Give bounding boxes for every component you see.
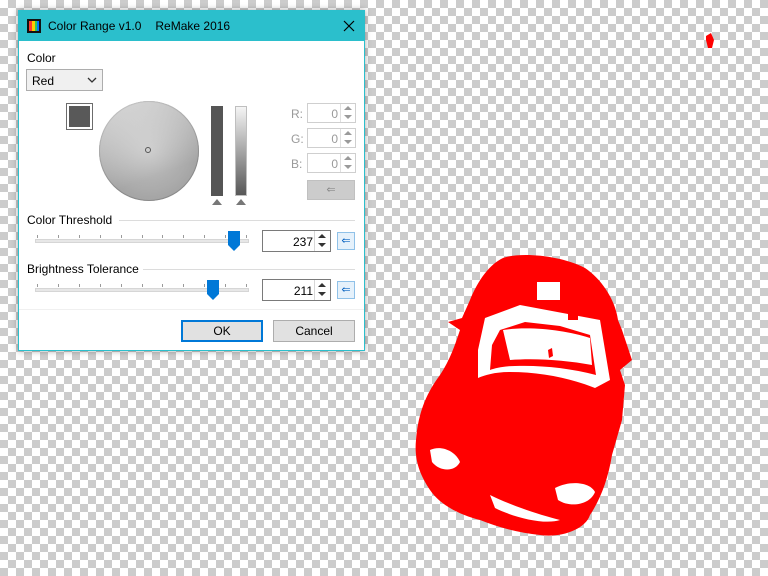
arrow-left-icon: ⇐ <box>341 284 351 296</box>
swatch-fill <box>69 106 90 127</box>
brightness-bar[interactable] <box>211 106 223 196</box>
threshold-separator <box>119 220 355 221</box>
color-wheel[interactable] <box>99 101 199 201</box>
threshold-slider-track[interactable] <box>35 239 249 243</box>
dialog-subtitle: ReMake 2016 <box>155 19 231 33</box>
color-palette-icon <box>27 19 41 33</box>
wheel-picker-marker[interactable] <box>145 147 151 153</box>
color-select[interactable]: Red <box>26 69 103 91</box>
r-value: 0 <box>331 107 338 121</box>
brightness-bar-marker[interactable] <box>212 199 222 205</box>
brightness-label: Brightness Tolerance <box>27 262 139 276</box>
red-car-shape <box>415 33 714 536</box>
b-label: B: <box>291 157 303 171</box>
arrow-left-icon: ⇐ <box>326 184 336 196</box>
threshold-label: Color Threshold <box>27 213 113 227</box>
g-spinner-buttons[interactable] <box>340 129 355 147</box>
threshold-apply-button[interactable]: ⇐ <box>337 232 355 250</box>
r-label: R: <box>291 107 303 121</box>
color-select-value: Red <box>32 74 55 88</box>
threshold-spinner-buttons[interactable] <box>314 231 330 251</box>
cancel-button[interactable]: Cancel <box>273 320 355 342</box>
g-spinner[interactable]: 0 <box>307 128 356 148</box>
b-spinner[interactable]: 0 <box>307 153 356 173</box>
threshold-input[interactable]: 237 <box>262 230 331 252</box>
brightness-spinner-buttons[interactable] <box>314 280 330 300</box>
apply-rgb-button[interactable]: ⇐ <box>307 180 355 200</box>
color-swatch[interactable] <box>66 103 93 130</box>
close-button[interactable] <box>334 11 364 41</box>
brightness-slider-thumb[interactable] <box>206 280 219 300</box>
g-value: 0 <box>331 132 338 146</box>
threshold-value: 237 <box>292 235 313 249</box>
arrow-left-icon: ⇐ <box>341 235 351 247</box>
footer-separator <box>19 309 364 310</box>
gradient-bar-marker[interactable] <box>236 199 246 205</box>
brightness-value: 211 <box>293 284 313 298</box>
gradient-bar[interactable] <box>235 106 247 196</box>
brightness-input[interactable]: 211 <box>262 279 331 301</box>
color-range-dialog: Color Range v1.0 ReMake 2016 Color Red R… <box>18 10 365 351</box>
ok-button[interactable]: OK <box>181 320 263 342</box>
close-icon <box>343 20 355 32</box>
brightness-separator <box>143 269 355 270</box>
color-section-label: Color <box>27 51 56 65</box>
brightness-apply-button[interactable]: ⇐ <box>337 281 355 299</box>
chevron-down-icon <box>87 77 97 83</box>
title-bar[interactable]: Color Range v1.0 ReMake 2016 <box>19 11 364 41</box>
g-label: G: <box>291 132 304 146</box>
dialog-title: Color Range v1.0 <box>48 19 142 33</box>
r-spinner-buttons[interactable] <box>340 104 355 122</box>
threshold-slider-thumb[interactable] <box>228 231 241 251</box>
r-spinner[interactable]: 0 <box>307 103 356 123</box>
b-spinner-buttons[interactable] <box>340 154 355 172</box>
b-value: 0 <box>331 157 338 171</box>
